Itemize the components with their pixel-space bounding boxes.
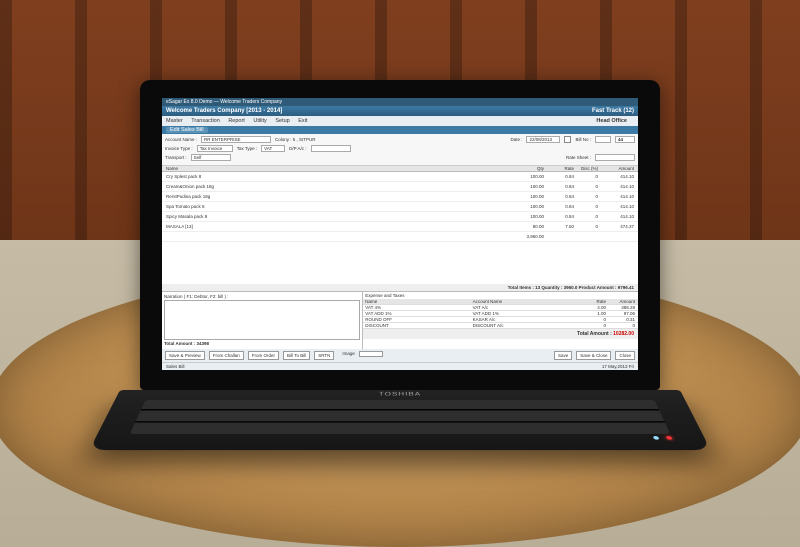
save-preview-button[interactable]: Save & Preview	[165, 351, 205, 360]
laptop-brand: TOSHIBA	[116, 391, 683, 397]
tab-bar: Edit Sales Bill	[162, 126, 638, 134]
menu-exit[interactable]: Exit	[298, 118, 307, 124]
colony-label: Colony : 5 , SITPUR	[275, 137, 316, 142]
grand-total-value: 10282.00	[613, 331, 634, 337]
col-qty: Qty	[514, 166, 544, 171]
col-disc: Disc (%)	[574, 166, 598, 171]
narration-panel: Narration ( F1: Debtor, F2: bill ) : Tot…	[162, 292, 363, 349]
col-name: Name	[162, 166, 514, 171]
close-button[interactable]: Close	[615, 351, 635, 360]
menu-report[interactable]: Report	[228, 118, 245, 124]
account-label: Account Name :	[165, 137, 197, 142]
items-grid[interactable]: Name Qty Rate Disc (%) Amount Cry Splest…	[162, 166, 638, 284]
status-right: 17 May,2013 Fri	[602, 364, 634, 369]
status-led-icon	[653, 436, 660, 440]
image-slider-icon[interactable]	[359, 351, 383, 357]
tax-panel: Expense and Taxes NameAccount NameRateAm…	[363, 292, 638, 349]
billno-field[interactable]: 44	[615, 136, 635, 143]
status-left: Sales Bill	[166, 364, 185, 369]
menu-bar[interactable]: Master Transaction Report Utility Setup …	[162, 116, 638, 126]
grid-row[interactable]: MASALA [13]80.007.500474.37	[162, 222, 638, 232]
transport-field[interactable]: Self	[191, 154, 231, 161]
tab-edit-sales-bill[interactable]: Edit Sales Bill	[166, 127, 208, 133]
menu-transaction[interactable]: Transaction	[191, 118, 220, 124]
button-bar: Save & Preview From Challan From Order B…	[162, 349, 638, 362]
app-title: eSagar Ex 8.0 Demo — Welcome Traders Com…	[166, 99, 282, 105]
fast-track-badge: Fast Track (12)	[592, 108, 634, 114]
grid-sum-row: 3,960.00	[162, 232, 638, 242]
calendar-icon[interactable]	[564, 136, 571, 143]
tax-type-label: Tax Type :	[237, 146, 257, 151]
app-screen: eSagar Ex 8.0 Demo — Welcome Traders Com…	[162, 98, 638, 370]
billno-series[interactable]	[595, 136, 611, 143]
ratesheet-label: Rate Sheet :	[566, 155, 591, 160]
menu-setup[interactable]: Setup	[275, 118, 289, 124]
power-led-icon	[666, 436, 673, 440]
status-bar: Sales Bill 17 May,2013 Fri	[162, 362, 638, 370]
bill-to-bill-button[interactable]: Bill To Bill	[283, 351, 310, 360]
dispto-field[interactable]	[311, 145, 351, 152]
save-button[interactable]: Save	[554, 351, 572, 360]
tax-title: Expense and Taxes	[363, 292, 638, 299]
grid-row[interactable]: RerstPudina pack 18g100.000.840414.10	[162, 192, 638, 202]
menu-master[interactable]: Master	[166, 118, 183, 124]
date-field[interactable]: 22/08/2013	[526, 136, 560, 143]
col-amt: Amount	[598, 166, 638, 171]
grid-row[interactable]: Cry Splest pack 8100.000.840414.10	[162, 172, 638, 182]
narration-label: Narration ( F1: Debtor, F2: bill ) :	[164, 294, 360, 299]
scene: eSagar Ex 8.0 Demo — Welcome Traders Com…	[0, 0, 800, 547]
basic-total: Total Amount : 34398	[164, 341, 360, 346]
grid-row[interactable]: Cream&Onion pack 18g100.000.840414.10	[162, 182, 638, 192]
invoice-type-label: Invoice Type :	[165, 146, 193, 151]
col-rate: Rate	[544, 166, 574, 171]
branch-label: Head Office	[596, 118, 627, 124]
menu-utility[interactable]: Utility	[253, 118, 266, 124]
grand-total: Total Amount : 10282.00	[363, 329, 638, 339]
transport-label: Transport :	[165, 155, 187, 160]
laptop-keyboard: TOSHIBA	[89, 390, 711, 450]
laptop: eSagar Ex 8.0 Demo — Welcome Traders Com…	[140, 80, 660, 478]
ratesheet-field[interactable]	[595, 154, 635, 161]
grid-totals: Total Items : 13 Quantity : 3960.0 Produ…	[162, 284, 638, 291]
company-name: Welcome Traders Company [2013 - 2014]	[166, 108, 282, 114]
save-close-button[interactable]: Save & Close	[576, 351, 611, 360]
tax-type-field[interactable]: VAT	[261, 145, 285, 152]
from-order-button[interactable]: From Order	[248, 351, 279, 360]
lower-panel: Narration ( F1: Debtor, F2: bill ) : Tot…	[162, 291, 638, 349]
invoice-type-field[interactable]: Tax Invoice	[197, 145, 233, 152]
narration-textarea[interactable]	[164, 300, 360, 340]
image-label: Image	[342, 351, 355, 360]
company-header: Welcome Traders Company [2013 - 2014] Fa…	[162, 106, 638, 116]
grid-row[interactable]: Spicy Masala pack 8100.000.840414.10	[162, 212, 638, 222]
account-field[interactable]: RR ENTERPRISE	[201, 136, 271, 143]
dispto-label: D/P A/c :	[289, 146, 306, 151]
billno-label: Bill No :	[575, 137, 591, 142]
os-titlebar: eSagar Ex 8.0 Demo — Welcome Traders Com…	[162, 98, 638, 106]
date-label: Date :	[510, 137, 522, 142]
keys-area	[130, 400, 670, 434]
grid-row[interactable]: Spa Tomato pack 8100.000.840414.10	[162, 202, 638, 212]
from-challan-button[interactable]: From Challan	[209, 351, 244, 360]
srtn-button[interactable]: SRTN	[314, 351, 334, 360]
laptop-screen-bezel: eSagar Ex 8.0 Demo — Welcome Traders Com…	[140, 80, 660, 390]
form-area: Account Name : RR ENTERPRISE Colony : 5 …	[162, 134, 638, 166]
grand-total-label: Total Amount :	[577, 331, 612, 337]
